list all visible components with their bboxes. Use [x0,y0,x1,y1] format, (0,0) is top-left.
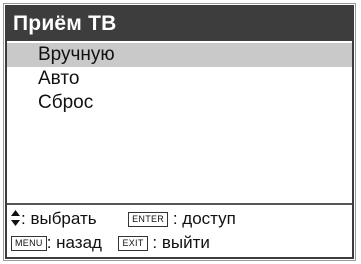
up-down-arrows-icon [11,209,20,226]
exit-key-badge: EXIT [118,236,148,251]
menu-item-reset[interactable]: Сброс [7,91,352,115]
help-row-1: : выбрать ENTER : доступ [11,207,236,231]
menu-title: Приём ТВ [7,7,352,41]
exit-hint: : выйти [152,233,210,252]
help-row-2: MENU: назад EXIT : выйти [11,231,210,255]
menu-list: Вручную Авто Сброс [7,43,352,115]
enter-hint: : доступ [172,209,236,228]
select-hint: : выбрать [21,209,97,228]
menu-hint: : назад [46,233,102,252]
menu-item-manual[interactable]: Вручную [7,43,352,67]
menu-key-badge: MENU [11,236,47,251]
enter-key-badge: ENTER [128,212,169,227]
help-footer: : выбрать ENTER : доступ MENU: назад EXI… [7,203,352,257]
menu-window: Приём ТВ Вручную Авто Сброс : выбрать EN… [3,3,356,261]
menu-item-auto[interactable]: Авто [7,67,352,91]
